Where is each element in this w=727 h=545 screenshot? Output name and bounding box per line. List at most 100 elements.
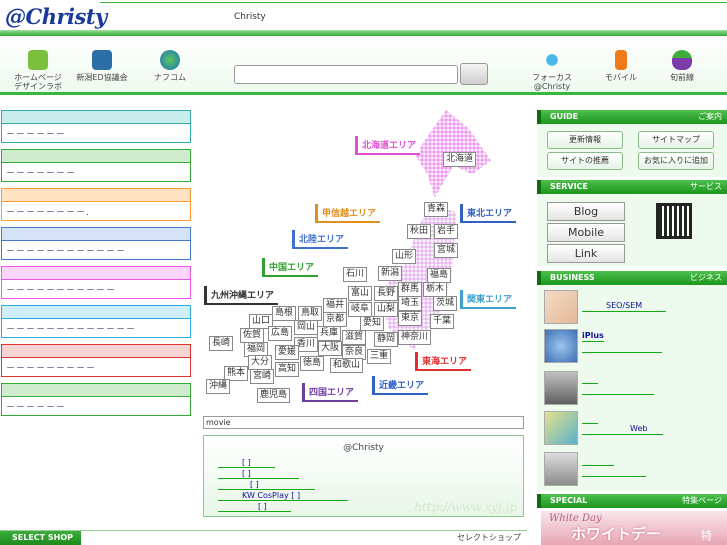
- area-hokuriku[interactable]: 北陸エリア: [292, 230, 349, 249]
- pref-kanagawa[interactable]: 神奈川: [398, 330, 432, 345]
- pref-hokkaido[interactable]: 北海道: [443, 152, 477, 167]
- pref-okinawa[interactable]: 沖縄: [206, 379, 231, 394]
- box-link[interactable]: －－－－－－－－.: [2, 202, 190, 221]
- pref-tokyo[interactable]: 東京: [398, 311, 423, 326]
- service-button-blog[interactable]: Blog: [547, 202, 625, 221]
- business-link-3-sub[interactable]: [582, 384, 654, 395]
- pref-oita[interactable]: 大分: [248, 355, 273, 370]
- service-button-mobile[interactable]: Mobile: [547, 223, 625, 242]
- nav-item-niigata-ed[interactable]: 新潟ED協議会: [66, 50, 138, 82]
- left-menu-box-5[interactable]: －－－－－－－－－－－: [1, 266, 191, 299]
- white-day-banner[interactable]: White Day ホワイトデー 特: [541, 511, 727, 545]
- box-link[interactable]: －－－－－－－－－－－－: [2, 241, 190, 260]
- left-menu-box-4[interactable]: －－－－－－－－－－－－: [1, 227, 191, 260]
- pref-iwate[interactable]: 岩手: [434, 224, 459, 239]
- pref-miyazaki[interactable]: 宮崎: [250, 369, 275, 384]
- pref-shizuoka[interactable]: 静岡: [374, 332, 399, 347]
- box-link[interactable]: －－－－－－－: [2, 163, 190, 182]
- pref-ishikawa[interactable]: 石川: [343, 267, 368, 282]
- left-menu-box-3[interactable]: －－－－－－－－.: [1, 188, 191, 221]
- left-menu-box-2[interactable]: －－－－－－－: [1, 149, 191, 182]
- guide-button-favorite[interactable]: お気に入りに追加: [638, 152, 714, 170]
- business-link-3[interactable]: [582, 373, 598, 384]
- business-link-iplus[interactable]: iPlus: [582, 331, 604, 342]
- pref-wakayama[interactable]: 和歌山: [330, 358, 364, 373]
- pref-ibaraki[interactable]: 茨城: [433, 296, 458, 311]
- box-link[interactable]: －－－－－－: [2, 124, 190, 143]
- pref-aomori[interactable]: 青森: [424, 202, 449, 217]
- area-shikoku[interactable]: 四国エリア: [302, 383, 359, 402]
- nav-item-homepage-design-lab[interactable]: ホームページ デザインラボ: [2, 50, 74, 91]
- pref-akita[interactable]: 秋田: [407, 224, 432, 239]
- business-link-5[interactable]: [582, 455, 614, 466]
- box-link[interactable]: －－－－－－－－－: [2, 358, 190, 377]
- movie-bar[interactable]: movie: [203, 416, 524, 429]
- iplus-thumbnail[interactable]: [544, 329, 578, 363]
- area-chugoku[interactable]: 中国エリア: [262, 258, 319, 277]
- pref-yamagata[interactable]: 山形: [392, 249, 417, 264]
- left-menu-box-1[interactable]: －－－－－－: [1, 110, 191, 143]
- pref-saga[interactable]: 佐賀: [240, 328, 265, 343]
- pref-tokushima[interactable]: 徳島: [300, 356, 325, 371]
- area-kanto[interactable]: 関東エリア: [460, 290, 517, 309]
- pref-okayama[interactable]: 岡山: [294, 320, 319, 335]
- info-link[interactable]: [ ]: [218, 480, 315, 490]
- left-menu-box-6[interactable]: －－－－－－－－－－－－－: [1, 305, 191, 338]
- pref-yamanashi[interactable]: 山梨: [374, 302, 399, 317]
- area-hokkaido[interactable]: 北海道エリア: [355, 136, 421, 155]
- guide-button-updates[interactable]: 更新情報: [547, 131, 623, 149]
- search-input[interactable]: [234, 65, 458, 84]
- info-link[interactable]: KW CosPlay [ ]: [218, 491, 349, 501]
- pref-nagano[interactable]: 長野: [374, 286, 399, 301]
- pref-gunma[interactable]: 群馬: [398, 282, 423, 297]
- site-logo[interactable]: @Christy: [5, 4, 107, 32]
- pref-shimane[interactable]: 島根: [272, 306, 297, 321]
- pref-hiroshima[interactable]: 広島: [268, 326, 293, 341]
- pref-shiga[interactable]: 滋賀: [342, 330, 367, 345]
- select-shop-label[interactable]: SELECT SHOP: [0, 531, 81, 545]
- nav-item-season[interactable]: 旬前線: [646, 50, 718, 82]
- pref-kagoshima[interactable]: 鹿児島: [257, 388, 291, 403]
- business-thumbnail-3[interactable]: [544, 371, 578, 405]
- nav-item-focus[interactable]: フォーカス @Christy: [516, 50, 588, 91]
- box-link[interactable]: －－－－－－－－－－－: [2, 280, 190, 299]
- pref-saitama[interactable]: 埼玉: [398, 296, 423, 311]
- business-thumbnail-5[interactable]: [544, 452, 578, 486]
- business-link-seo[interactable]: SEO/SEM: [582, 301, 667, 312]
- pref-toyama[interactable]: 富山: [348, 286, 373, 301]
- pref-nagasaki[interactable]: 長崎: [209, 336, 234, 351]
- pref-tottori[interactable]: 鳥取: [298, 306, 323, 321]
- business-link-web[interactable]: Web: [582, 424, 664, 435]
- left-menu-box-7[interactable]: －－－－－－－－－: [1, 344, 191, 377]
- business-link-iplus-sub[interactable]: [582, 342, 662, 353]
- pref-fukui[interactable]: 福井: [323, 298, 348, 313]
- pref-kyoto[interactable]: 京都: [323, 312, 348, 327]
- guide-button-recommend[interactable]: サイトの推薦: [547, 152, 623, 170]
- area-tokai[interactable]: 東海エリア: [415, 352, 472, 371]
- nav-item-nafcom[interactable]: ナフコム: [134, 50, 206, 82]
- info-link[interactable]: [ ]: [218, 469, 299, 479]
- box-link[interactable]: －－－－－－－－－－－－－: [2, 319, 190, 338]
- area-koshinetsu[interactable]: 甲信越エリア: [315, 204, 381, 223]
- pref-osaka[interactable]: 大阪: [318, 341, 343, 356]
- pref-tochigi[interactable]: 栃木: [423, 282, 448, 297]
- web-thumbnail[interactable]: [544, 411, 578, 445]
- search-button[interactable]: [460, 63, 488, 85]
- pref-miyagi[interactable]: 宮城: [434, 243, 459, 258]
- business-link-4[interactable]: [582, 413, 598, 424]
- area-kinki[interactable]: 近畿エリア: [372, 376, 429, 395]
- pref-niigata[interactable]: 新潟: [378, 266, 403, 281]
- left-menu-box-8[interactable]: －－－－－－: [1, 383, 191, 416]
- info-link[interactable]: [ ]: [218, 458, 275, 468]
- service-button-link[interactable]: Link: [547, 244, 625, 263]
- box-link[interactable]: －－－－－－: [2, 397, 190, 416]
- business-link-5-sub[interactable]: [582, 466, 646, 477]
- area-tohoku[interactable]: 東北エリア: [460, 204, 517, 223]
- area-kyushu-okinawa[interactable]: 九州沖縄エリア: [204, 286, 279, 305]
- pref-hyogo[interactable]: 兵庫: [317, 326, 342, 341]
- pref-mie[interactable]: 三重: [367, 349, 392, 364]
- pref-ehime[interactable]: 愛媛: [275, 345, 300, 360]
- pref-fukushima[interactable]: 福島: [427, 268, 452, 283]
- pref-aichi[interactable]: 愛知: [360, 316, 385, 331]
- guide-button-sitemap[interactable]: サイトマップ: [638, 131, 714, 149]
